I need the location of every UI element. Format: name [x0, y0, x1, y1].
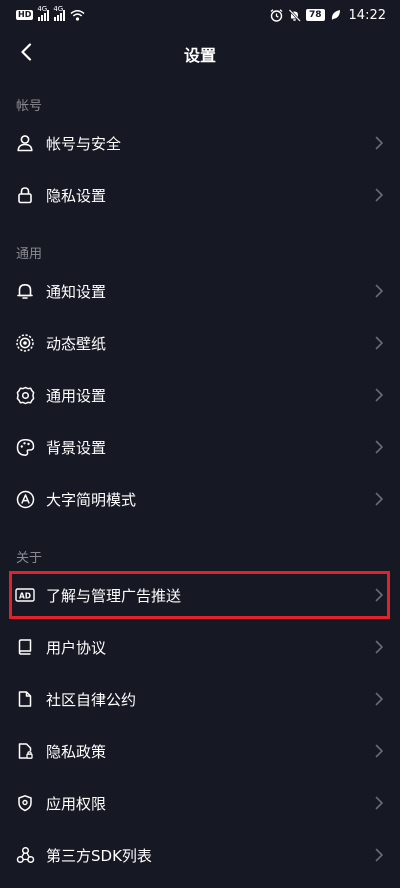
network-type-label: 4G: [37, 4, 48, 13]
chevron-right-icon: [375, 692, 383, 706]
signal-icon: 4G: [37, 5, 50, 21]
settings-item-ad-management[interactable]: AD 了解与管理广告推送: [0, 569, 400, 621]
status-bar-right: 78 14:22: [270, 8, 386, 23]
gear-icon: [15, 385, 35, 405]
document-icon: [15, 689, 35, 709]
settings-item-label: 隐私政策: [46, 742, 107, 761]
settings-item-label: 通知设置: [46, 282, 107, 301]
status-time: 14:22: [348, 7, 386, 23]
sdk-icon: [15, 845, 35, 865]
hd-badge: HD: [16, 10, 34, 20]
palette-icon: [15, 437, 35, 457]
shield-icon: [15, 793, 35, 813]
header: 设置: [0, 30, 400, 74]
settings-item-label: 通用设置: [46, 386, 107, 405]
page-title: 设置: [183, 46, 216, 65]
settings-item-privacy-policy[interactable]: 隐私政策: [0, 725, 400, 777]
network-type-label: 4G: [53, 4, 64, 13]
settings-item-label: 背景设置: [46, 438, 107, 457]
status-bar-left: HD 4G 4G: [16, 5, 85, 21]
chevron-right-icon: [375, 588, 383, 602]
settings-item-label: 应用权限: [46, 794, 107, 813]
settings-item-label: 用户协议: [46, 638, 107, 657]
bell-icon: [15, 281, 35, 301]
signal-icon: 4G: [53, 5, 66, 21]
live-wallpaper-icon: [15, 333, 35, 353]
battery-indicator: 78: [306, 9, 325, 21]
settings-item-label: 动态壁纸: [46, 334, 107, 353]
user-icon: [15, 133, 35, 153]
privacy-policy-icon: [15, 741, 35, 761]
settings-item-label: 社区自律公约: [46, 690, 137, 709]
settings-item-community-guidelines[interactable]: 社区自律公约: [0, 673, 400, 725]
chevron-right-icon: [375, 640, 383, 654]
chevron-right-icon: [375, 284, 383, 298]
settings-item-label: 第三方SDK列表: [46, 846, 152, 865]
settings-item-large-font-mode[interactable]: 大字简明模式: [0, 473, 400, 525]
chevron-right-icon: [375, 336, 383, 350]
mute-bell-icon: [288, 8, 301, 22]
settings-item-general-settings[interactable]: 通用设置: [0, 369, 400, 421]
chevron-right-icon: [375, 848, 383, 862]
settings-item-background[interactable]: 背景设置: [0, 421, 400, 473]
chevron-right-icon: [375, 744, 383, 758]
settings-item-label: 大字简明模式: [46, 490, 137, 509]
chevron-right-icon: [375, 796, 383, 810]
settings-item-label: 了解与管理广告推送: [46, 586, 182, 605]
font-size-icon: [15, 489, 35, 509]
settings-item-privacy-settings[interactable]: 隐私设置: [0, 169, 400, 221]
leaf-icon: [331, 10, 340, 20]
chevron-right-icon: [375, 492, 383, 506]
settings-item-notifications[interactable]: 通知设置: [0, 265, 400, 317]
chevron-right-icon: [375, 388, 383, 402]
chevron-right-icon: [375, 136, 383, 150]
section-label-about: 关于: [16, 551, 43, 566]
section-label-general: 通用: [16, 247, 43, 262]
status-bar: HD 4G 4G 78 14:22: [0, 0, 400, 30]
chevron-right-icon: [375, 188, 383, 202]
settings-item-label: 隐私设置: [46, 186, 107, 205]
book-icon: [15, 637, 35, 657]
chevron-right-icon: [375, 440, 383, 454]
settings-item-label: 帐号与安全: [46, 134, 122, 153]
settings-item-user-agreement[interactable]: 用户协议: [0, 621, 400, 673]
section-label-account: 帐号: [16, 99, 43, 114]
settings-item-account-security[interactable]: 帐号与安全: [0, 117, 400, 169]
ad-icon-text: AD: [19, 591, 31, 600]
settings-item-app-permissions[interactable]: 应用权限: [0, 777, 400, 829]
ad-icon: AD: [15, 585, 35, 605]
lock-icon: [15, 185, 35, 205]
settings-item-live-wallpaper[interactable]: 动态壁纸: [0, 317, 400, 369]
wifi-icon: [70, 10, 85, 21]
settings-item-third-party-sdk[interactable]: 第三方SDK列表: [0, 829, 400, 881]
alarm-icon: [270, 8, 283, 22]
